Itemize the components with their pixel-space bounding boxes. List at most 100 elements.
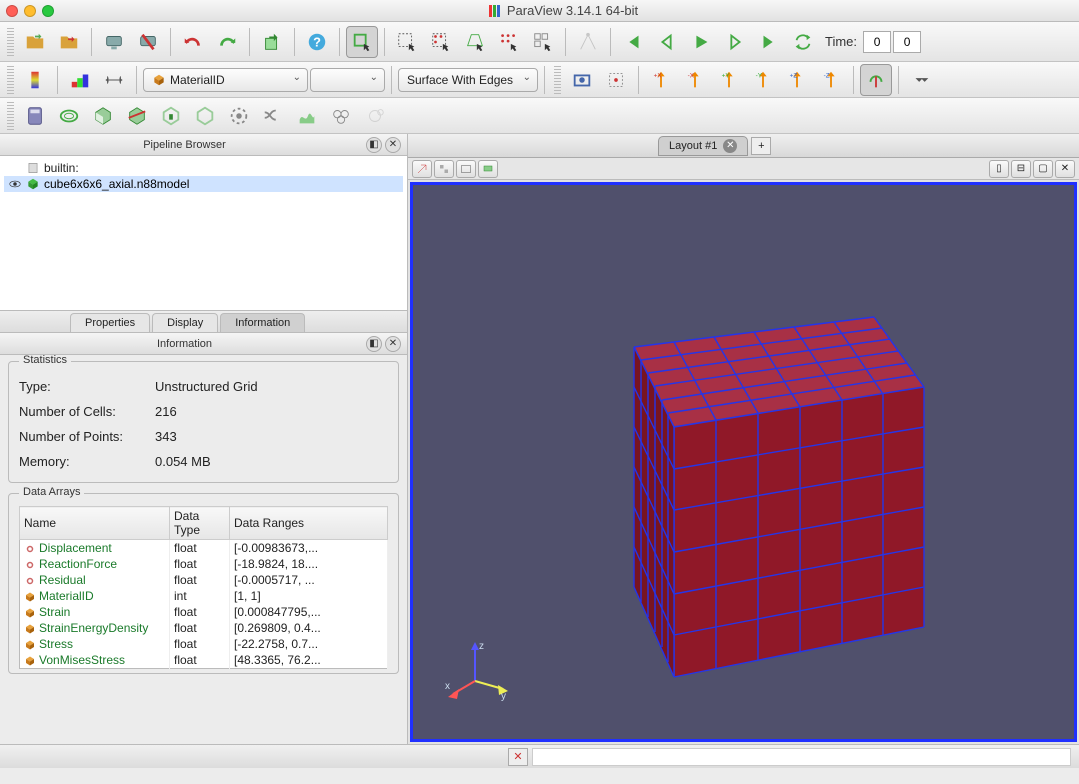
table-row[interactable]: ReactionForcefloat[-18.9824, 18.... bbox=[20, 556, 388, 572]
tab-properties[interactable]: Properties bbox=[70, 313, 150, 332]
plus-x-button[interactable]: +X bbox=[645, 64, 677, 96]
color-array-combo[interactable]: MaterialID bbox=[143, 68, 308, 92]
maximize-view-button[interactable]: ▢ bbox=[1033, 160, 1053, 178]
table-row[interactable]: Stressfloat[-22.2758, 0.7... bbox=[20, 636, 388, 652]
edit-color-map-button[interactable] bbox=[64, 64, 96, 96]
time-label: Time: bbox=[825, 34, 857, 49]
zoom-window-button[interactable] bbox=[42, 5, 54, 17]
close-view-button[interactable]: ✕ bbox=[1055, 160, 1075, 178]
scalar-bar-button[interactable] bbox=[19, 64, 51, 96]
table-row[interactable]: Residualfloat[-0.0005717, ... bbox=[20, 572, 388, 588]
toolbar-grip[interactable] bbox=[7, 66, 14, 94]
reset-camera-button[interactable] bbox=[566, 64, 598, 96]
col-name[interactable]: Name bbox=[20, 507, 170, 540]
undock-panel-button[interactable]: ◧ bbox=[366, 336, 382, 352]
table-row[interactable]: Strainfloat[0.000847795,... bbox=[20, 604, 388, 620]
slice-filter-button[interactable] bbox=[121, 100, 153, 132]
tab-information[interactable]: Information bbox=[220, 313, 305, 332]
disconnect-button[interactable] bbox=[132, 26, 164, 58]
select-cells-button[interactable] bbox=[391, 26, 423, 58]
cell-data-icon bbox=[24, 607, 36, 619]
toolbar-overflow-button[interactable] bbox=[905, 64, 937, 96]
component-combo[interactable] bbox=[310, 68, 385, 92]
contour-filter-button[interactable] bbox=[53, 100, 85, 132]
information-panel: Statistics Type:Unstructured Grid Number… bbox=[0, 355, 407, 744]
threshold-filter-button[interactable] bbox=[155, 100, 187, 132]
svg-text:x: x bbox=[445, 681, 450, 692]
calculator-filter-button[interactable] bbox=[19, 100, 51, 132]
play-button[interactable] bbox=[685, 26, 717, 58]
undo-button[interactable] bbox=[177, 26, 209, 58]
minus-y-button[interactable]: -Y bbox=[747, 64, 779, 96]
prev-frame-button[interactable] bbox=[651, 26, 683, 58]
loop-button[interactable] bbox=[787, 26, 819, 58]
last-frame-button[interactable] bbox=[753, 26, 785, 58]
minus-z-button[interactable]: -Z bbox=[815, 64, 847, 96]
pipeline-item-cube[interactable]: cube6x6x6_axial.n88model bbox=[4, 176, 403, 192]
first-frame-button[interactable] bbox=[617, 26, 649, 58]
group-filter-button[interactable] bbox=[325, 100, 357, 132]
toolbar-grip[interactable] bbox=[7, 28, 14, 56]
cell-data-icon bbox=[24, 591, 36, 603]
visibility-icon[interactable] bbox=[8, 177, 22, 191]
data-arrays-table[interactable]: Name Data Type Data Ranges Displacementf… bbox=[19, 506, 388, 669]
view-tool-1[interactable] bbox=[412, 160, 432, 178]
view-tool-3[interactable] bbox=[456, 160, 476, 178]
minus-x-button[interactable]: -X bbox=[679, 64, 711, 96]
close-window-button[interactable] bbox=[6, 5, 18, 17]
open-button[interactable] bbox=[19, 26, 51, 58]
toolbar-grip[interactable] bbox=[7, 102, 14, 130]
select-block-button[interactable] bbox=[527, 26, 559, 58]
col-range[interactable]: Data Ranges bbox=[230, 507, 388, 540]
view-toolbar: ▯ ⊟ ▢ ✕ bbox=[408, 158, 1079, 180]
tab-display[interactable]: Display bbox=[152, 313, 218, 332]
apply-button[interactable] bbox=[256, 26, 288, 58]
pipeline-root[interactable]: builtin: bbox=[4, 160, 403, 176]
add-layout-button[interactable]: + bbox=[751, 137, 771, 155]
svg-text:?: ? bbox=[313, 34, 321, 49]
plus-y-button[interactable]: +Y bbox=[713, 64, 745, 96]
next-frame-button[interactable] bbox=[719, 26, 751, 58]
rescale-range-button[interactable] bbox=[98, 64, 130, 96]
status-error-button[interactable]: ✕ bbox=[508, 748, 528, 766]
rotate-camera-button[interactable] bbox=[860, 64, 892, 96]
close-layout-icon[interactable]: ✕ bbox=[723, 139, 737, 153]
table-row[interactable]: StrainEnergyDensityfloat[0.269809, 0.4..… bbox=[20, 620, 388, 636]
redo-button[interactable] bbox=[211, 26, 243, 58]
save-button[interactable] bbox=[53, 26, 85, 58]
view-tool-4[interactable] bbox=[478, 160, 498, 178]
zoom-to-data-button[interactable] bbox=[600, 64, 632, 96]
undock-panel-button[interactable]: ◧ bbox=[366, 137, 382, 153]
glyph-filter-button[interactable] bbox=[223, 100, 255, 132]
time-value-input[interactable] bbox=[863, 31, 891, 53]
plus-z-button[interactable]: +Z bbox=[781, 64, 813, 96]
table-row[interactable]: MaterialIDint[1, 1] bbox=[20, 588, 388, 604]
split-v-button[interactable]: ⊟ bbox=[1011, 160, 1031, 178]
select-points-button[interactable] bbox=[425, 26, 457, 58]
toolbar-grip[interactable] bbox=[554, 66, 561, 94]
clip-filter-button[interactable] bbox=[87, 100, 119, 132]
close-panel-button[interactable]: ✕ bbox=[385, 336, 401, 352]
table-row[interactable]: Displacementfloat[-0.00983673,... bbox=[20, 540, 388, 557]
pipeline-browser[interactable]: builtin: cube6x6x6_axial.n88model bbox=[0, 156, 407, 311]
stat-type-value: Unstructured Grid bbox=[155, 379, 258, 394]
representation-combo[interactable]: Surface With Edges bbox=[398, 68, 538, 92]
select-frustum-cells-button[interactable] bbox=[459, 26, 491, 58]
warp-filter-button[interactable] bbox=[291, 100, 323, 132]
time-index-input[interactable] bbox=[893, 31, 921, 53]
select-mode-button[interactable] bbox=[346, 26, 378, 58]
split-h-button[interactable]: ▯ bbox=[989, 160, 1009, 178]
render-view[interactable]: z y x bbox=[410, 182, 1077, 742]
help-button[interactable]: ? bbox=[301, 26, 333, 58]
select-frustum-points-button[interactable] bbox=[493, 26, 525, 58]
layout-tab-1[interactable]: Layout #1 ✕ bbox=[658, 136, 748, 156]
table-row[interactable]: VonMisesStressfloat[48.3365, 76.2... bbox=[20, 652, 388, 669]
extract-group-button bbox=[359, 100, 391, 132]
stream-filter-button[interactable] bbox=[257, 100, 289, 132]
connect-button[interactable] bbox=[98, 26, 130, 58]
extract-filter-button[interactable] bbox=[189, 100, 221, 132]
col-type[interactable]: Data Type bbox=[170, 507, 230, 540]
minimize-window-button[interactable] bbox=[24, 5, 36, 17]
main-toolbar-2: MaterialID Surface With Edges +X -X +Y -… bbox=[0, 62, 1079, 98]
close-panel-button[interactable]: ✕ bbox=[385, 137, 401, 153]
